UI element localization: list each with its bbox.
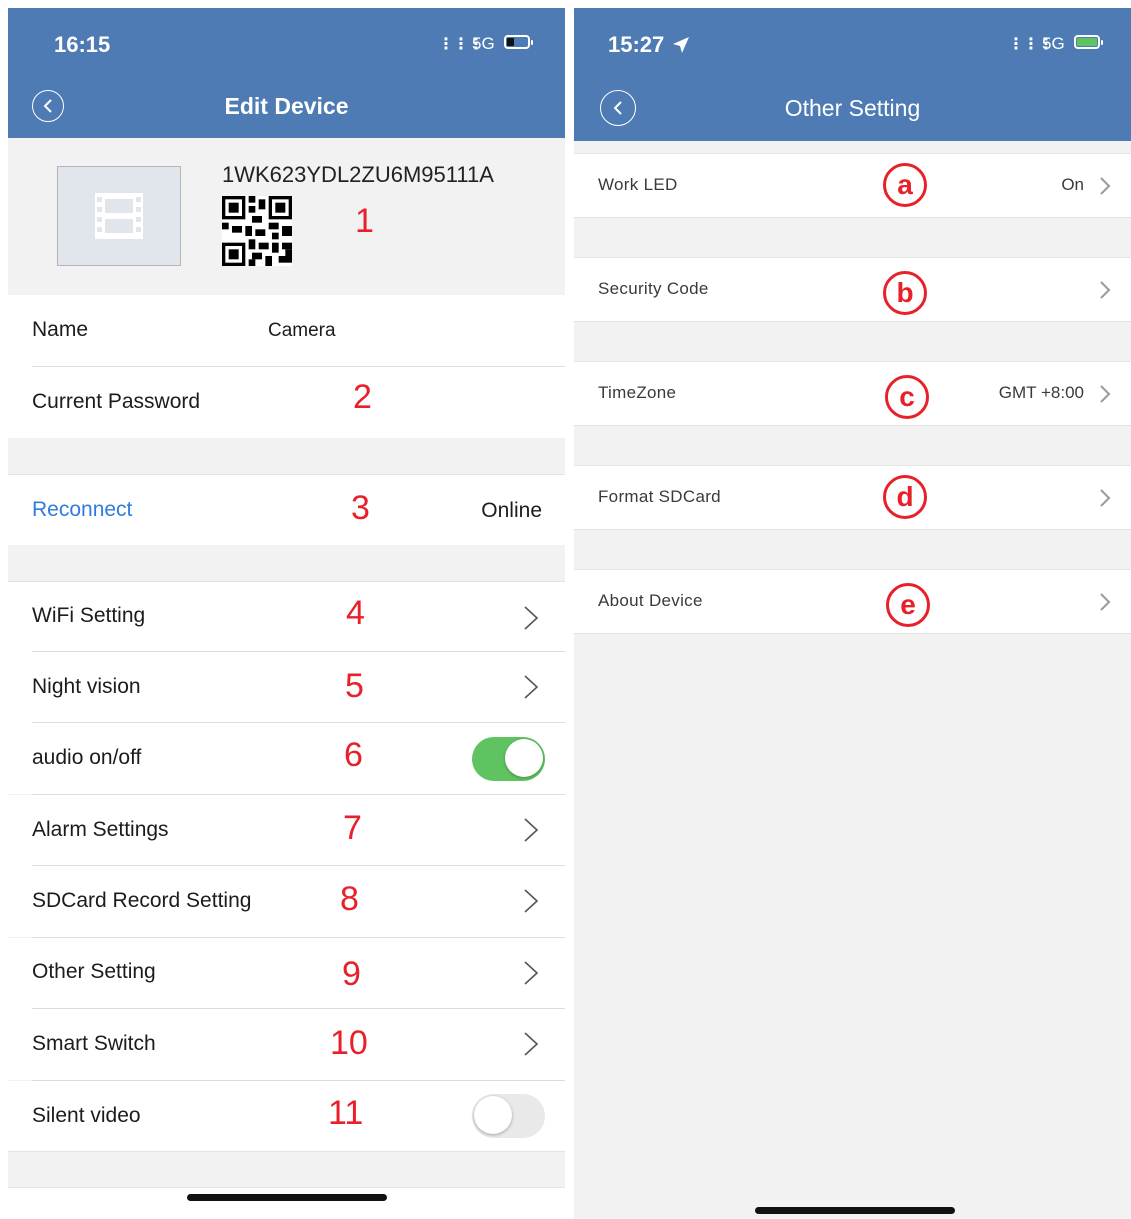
home-indicator[interactable] [187, 1194, 387, 1201]
annotation-8: 8 [340, 880, 359, 918]
device-header: 1WK623YDL2ZU6M95111A 1 [8, 138, 565, 295]
page-title: Other Setting [784, 95, 921, 121]
battery-icon [1074, 35, 1103, 49]
chevron-right-icon [1100, 177, 1111, 195]
annotation-badge-a: a [883, 163, 927, 207]
chevron-right-icon [524, 961, 539, 985]
settings-item-timezone[interactable]: TimeZone c GMT +8:00 [574, 361, 1131, 426]
annotation-2: 2 [353, 378, 372, 416]
other-setting-screen: 15:27 ⋮⋮⋮ 5G Other Setting Work LED a On… [574, 8, 1131, 1219]
wifi-setting-label: WiFi Setting [32, 604, 146, 627]
settings-item-security-code[interactable]: Security Code b [574, 257, 1131, 322]
audio-label: audio on/off [32, 746, 142, 769]
format-sdcard-label: Format SDCard [598, 487, 721, 506]
smart-switch-label: Smart Switch [32, 1032, 156, 1055]
settings-item-work-led[interactable]: Work LED a On [574, 153, 1131, 218]
status-bar: 15:27 ⋮⋮⋮ 5G [574, 8, 1131, 68]
connection-status: Online [481, 499, 542, 522]
current-password-row[interactable]: Current Password 2 [8, 367, 565, 438]
silent-video-label: Silent video [32, 1104, 141, 1127]
annotation-6: 6 [344, 736, 363, 774]
chevron-right-icon [524, 818, 539, 842]
about-device-label: About Device [598, 591, 703, 610]
annotation-1: 1 [355, 202, 374, 240]
chevron-right-icon [524, 1032, 539, 1056]
edit-device-screen: 16:15 ⋮⋮⋮ 5G Edit Device 1WK623YDL2ZU6M9… [8, 8, 565, 1219]
nav-bar: Edit Device [8, 68, 565, 138]
annotation-5: 5 [345, 667, 364, 705]
name-label: Name [32, 318, 89, 341]
annotation-badge-d: d [883, 475, 927, 519]
chevron-right-icon [524, 606, 539, 630]
chevron-right-icon [524, 675, 539, 699]
status-time: 15:27 [608, 32, 665, 57]
network-label: 5G [472, 34, 495, 53]
reconnect-row: Reconnect 3 Online [8, 474, 565, 545]
chevron-right-icon [1100, 281, 1111, 299]
security-code-label: Security Code [598, 279, 709, 298]
annotation-badge-b: b [883, 271, 927, 315]
night-vision-label: Night vision [32, 675, 141, 698]
current-password-label: Current Password [32, 390, 201, 413]
nav-bar: Other Setting [574, 68, 1131, 141]
alarm-settings-label: Alarm Settings [32, 818, 169, 841]
annotation-badge-c: c [885, 375, 929, 419]
chevron-right-icon [1100, 385, 1111, 403]
annotation-badge-e: e [886, 583, 930, 627]
device-thumbnail[interactable] [57, 166, 181, 266]
annotation-9: 9 [342, 955, 361, 993]
next-row-partial [8, 1187, 565, 1219]
work-led-value: On [1061, 175, 1084, 194]
film-icon [95, 193, 143, 239]
timezone-value: GMT +8:00 [998, 383, 1084, 402]
battery-icon [504, 35, 533, 49]
status-bar: 16:15 ⋮⋮⋮ 5G [8, 8, 565, 68]
silent-video-toggle[interactable] [472, 1094, 545, 1138]
chevron-right-icon [1100, 489, 1111, 507]
chevron-right-icon [1100, 593, 1111, 611]
alarm-settings-row[interactable]: Alarm Settings 7 [8, 795, 565, 866]
reconnect-link[interactable]: Reconnect [32, 498, 132, 522]
annotation-4: 4 [346, 594, 365, 632]
sdcard-record-row[interactable]: SDCard Record Setting 8 [8, 866, 565, 937]
sdcard-record-label: SDCard Record Setting [32, 889, 252, 912]
name-row[interactable]: Name Camera [8, 295, 565, 367]
status-time: 16:15 [54, 32, 111, 57]
chevron-right-icon [524, 889, 539, 913]
name-value: Camera [268, 320, 336, 341]
audio-row: audio on/off 6 [8, 723, 565, 794]
audio-toggle[interactable] [472, 737, 545, 781]
silent-video-row: Silent video 11 [8, 1081, 565, 1152]
timezone-label: TimeZone [598, 383, 677, 402]
settings-item-about-device[interactable]: About Device e [574, 569, 1131, 634]
other-setting-label: Other Setting [32, 960, 156, 983]
wifi-setting-row[interactable]: WiFi Setting 4 [8, 581, 565, 653]
page-title: Edit Device [224, 93, 349, 119]
smart-switch-row[interactable]: Smart Switch 10 [8, 1009, 565, 1080]
night-vision-row[interactable]: Night vision 5 [8, 652, 565, 723]
home-indicator[interactable] [755, 1207, 955, 1214]
work-led-label: Work LED [598, 175, 678, 194]
qr-code-icon[interactable] [222, 196, 292, 266]
location-arrow-icon [673, 37, 689, 53]
settings-item-format-sdcard[interactable]: Format SDCard d [574, 465, 1131, 530]
annotation-3: 3 [351, 489, 370, 527]
device-id: 1WK623YDL2ZU6M95111A [222, 162, 494, 187]
other-setting-row[interactable]: Other Setting 9 [8, 938, 565, 1009]
annotation-11: 11 [328, 1094, 364, 1132]
annotation-7: 7 [343, 809, 362, 847]
network-label: 5G [1042, 34, 1065, 53]
annotation-10: 10 [330, 1024, 368, 1062]
